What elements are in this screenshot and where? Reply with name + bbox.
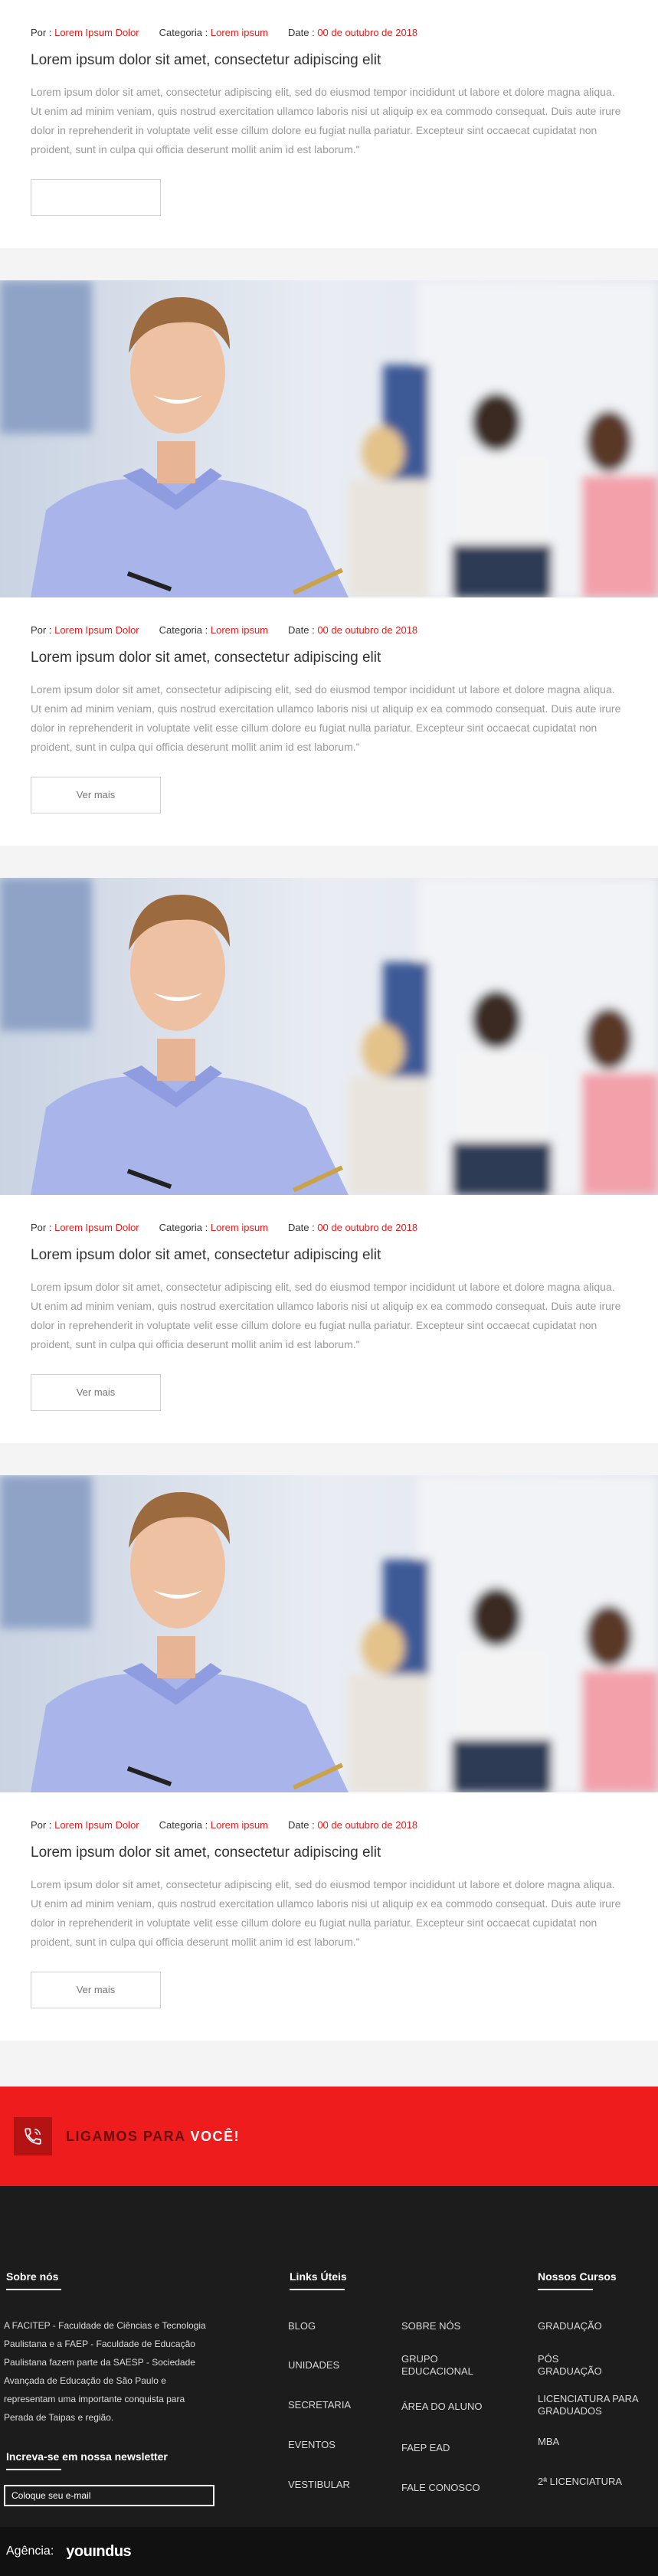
author-link[interactable]: Lorem Ipsum Dolor	[54, 27, 139, 38]
post-excerpt: Lorem ipsum dolor sit amet, consectetur …	[31, 86, 621, 155]
read-more-button[interactable]: Ver mais	[31, 777, 161, 813]
post-title[interactable]: Lorem ipsum dolor sit amet, consectetur …	[31, 1843, 627, 1863]
site-footer: Sobre nós A FACITEP - Faculdade de Ciênc…	[0, 2186, 658, 2527]
footer-course-licenciatura[interactable]: LICENCIATURA PARA GRADUADOS	[538, 2393, 645, 2417]
agency-logo[interactable]: youındus	[66, 2543, 131, 2561]
author-label: Por :	[31, 27, 52, 38]
category-link[interactable]: Lorem ipsum	[211, 27, 268, 38]
post-title[interactable]: Lorem ipsum dolor sit amet, consectetur …	[31, 1245, 627, 1265]
footer-link-secretaria[interactable]: SECRETARIA	[288, 2399, 351, 2411]
author-label: Por :	[31, 1819, 52, 1831]
page: Por : Lorem Ipsum Dolor Categoria : Lore…	[0, 0, 658, 2576]
call-us-banner[interactable]: LIGAMOS PARA VOCÊ!	[0, 2087, 658, 2186]
category-link[interactable]: Lorem ipsum	[211, 1819, 268, 1831]
category-label: Categoria :	[159, 1819, 208, 1831]
post-date: 00 de outubro de 2018	[317, 624, 418, 636]
author-link[interactable]: Lorem Ipsum Dolor	[54, 624, 139, 636]
post-meta: Por : Lorem Ipsum Dolor Categoria : Lore…	[31, 624, 627, 637]
category-label: Categoria :	[159, 624, 208, 636]
about-heading: Sobre nós	[6, 2270, 61, 2290]
footer-link-faep-ead[interactable]: FAEP EAD	[401, 2442, 450, 2454]
section-gap	[0, 1443, 658, 1475]
footer-link-vestibular[interactable]: VESTIBULAR	[288, 2479, 350, 2491]
courses-heading: Nossos Cursos	[538, 2270, 617, 2290]
agency-label: Agência:	[6, 2545, 54, 2558]
footer-link-eventos[interactable]: EVENTOS	[288, 2439, 336, 2451]
date-label: Date :	[288, 1222, 315, 1233]
post-excerpt: Lorem ipsum dolor sit amet, consectetur …	[31, 1281, 621, 1350]
blog-post: Por : Lorem Ipsum Dolor Categoria : Lore…	[0, 1475, 658, 2041]
footer-link-sobre-nos[interactable]: SOBRE NÓS	[401, 2320, 460, 2332]
footer-course-mba[interactable]: MBA	[538, 2436, 559, 2448]
footer-link-blog[interactable]: BLOG	[288, 2320, 316, 2332]
author-link[interactable]: Lorem Ipsum Dolor	[54, 1819, 139, 1831]
phone-icon	[14, 2117, 52, 2155]
read-more-button[interactable]: Ver mais	[31, 1374, 161, 1411]
post-photo[interactable]	[0, 280, 658, 597]
post-photo-image	[0, 1475, 658, 1792]
footer-link-unidades[interactable]: UNIDADES	[288, 2359, 339, 2371]
date-label: Date :	[288, 1819, 315, 1831]
post-meta: Por : Lorem Ipsum Dolor Categoria : Lore…	[31, 1818, 627, 1832]
date-label: Date :	[288, 624, 315, 636]
post-title[interactable]: Lorem ipsum dolor sit amet, consectetur …	[31, 51, 627, 70]
footer-link-fale-conosco[interactable]: FALE CONOSCO	[401, 2482, 480, 2494]
author-label: Por :	[31, 624, 52, 636]
post-date: 00 de outubro de 2018	[317, 1222, 418, 1233]
category-label: Categoria :	[159, 27, 208, 38]
links-heading: Links Úteis	[290, 2270, 347, 2290]
post-meta: Por : Lorem Ipsum Dolor Categoria : Lore…	[31, 1221, 627, 1235]
blog-post: Por : Lorem Ipsum Dolor Categoria : Lore…	[0, 878, 658, 1443]
read-more-button[interactable]	[31, 179, 161, 216]
call-text-highlight: VOCÊ!	[190, 2128, 241, 2144]
agency-credit: Agência: youındus	[0, 2527, 658, 2576]
post-photo[interactable]	[0, 878, 658, 1195]
post-title[interactable]: Lorem ipsum dolor sit amet, consectetur …	[31, 648, 627, 668]
post-excerpt: Lorem ipsum dolor sit amet, consectetur …	[31, 683, 621, 753]
post-photo[interactable]	[0, 1475, 658, 1792]
read-more-button[interactable]: Ver mais	[31, 1972, 161, 2008]
category-link[interactable]: Lorem ipsum	[211, 624, 268, 636]
category-label: Categoria :	[159, 1222, 208, 1233]
author-label: Por :	[31, 1222, 52, 1233]
phone-icon-graphic	[25, 2128, 41, 2145]
call-text-prefix: LIGAMOS PARA	[66, 2128, 191, 2144]
post-excerpt: Lorem ipsum dolor sit amet, consectetur …	[31, 1878, 621, 1948]
post-date: 00 de outubro de 2018	[317, 27, 418, 38]
footer-link-area-do-aluno[interactable]: ÁREA DO ALUNO	[401, 2401, 482, 2413]
footer-link-grupo-educacional[interactable]: GRUPO EDUCACIONAL	[401, 2353, 486, 2378]
blog-post: Por : Lorem Ipsum Dolor Categoria : Lore…	[0, 280, 658, 846]
section-gap	[0, 846, 658, 878]
date-label: Date :	[288, 27, 315, 38]
post-date: 00 de outubro de 2018	[317, 1819, 418, 1831]
section-gap	[0, 248, 658, 280]
post-meta: Por : Lorem Ipsum Dolor Categoria : Lore…	[31, 26, 627, 40]
blog-post: Por : Lorem Ipsum Dolor Categoria : Lore…	[0, 0, 658, 248]
section-gap	[0, 2041, 658, 2087]
newsletter-heading: Increva-se em nossa newsletter	[6, 2450, 168, 2470]
about-text: A FACITEP - Faculdade de Ciências e Tecn…	[4, 2320, 206, 2423]
post-photo-image	[0, 280, 658, 597]
author-link[interactable]: Lorem Ipsum Dolor	[54, 1222, 139, 1233]
footer-course-graduacao[interactable]: GRADUAÇÃO	[538, 2320, 602, 2332]
call-us-text: LIGAMOS PARA VOCÊ!	[66, 2129, 240, 2145]
post-photo-image	[0, 878, 658, 1195]
footer-course-2a-licenciatura[interactable]: 2ª LICENCIATURA	[538, 2476, 622, 2488]
newsletter-email-input[interactable]	[4, 2485, 214, 2506]
footer-course-pos-graduacao[interactable]: PÓS GRADUAÇÃO	[538, 2353, 614, 2378]
category-link[interactable]: Lorem ipsum	[211, 1222, 268, 1233]
